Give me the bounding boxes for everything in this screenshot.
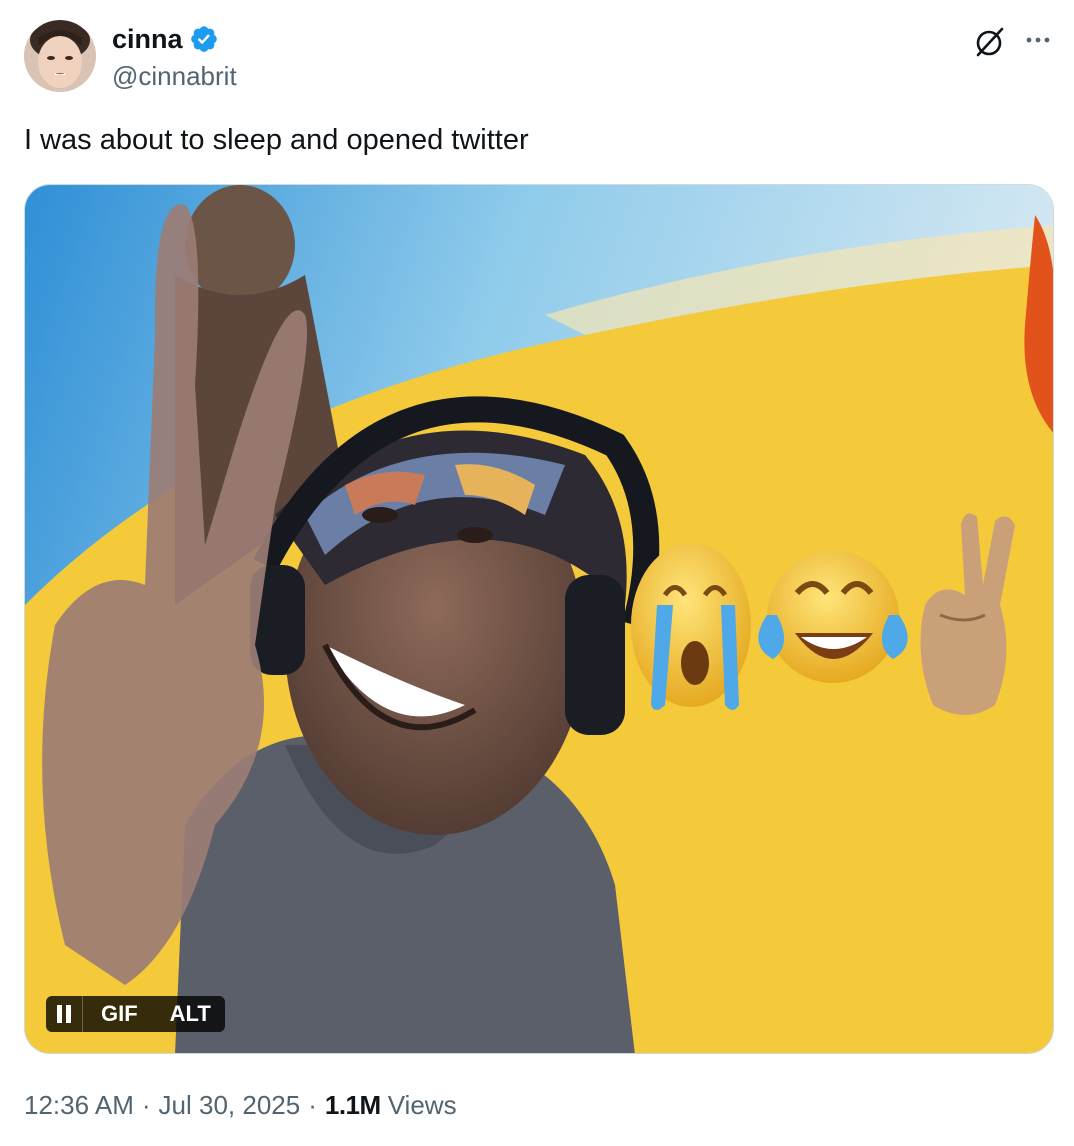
views-label: Views (387, 1090, 457, 1120)
meta-separator: · (141, 1090, 151, 1120)
views-count: 1.1M (324, 1090, 381, 1120)
gif-controls: GIF ALT (46, 996, 225, 1032)
tweet-time[interactable]: 12:36 AM (24, 1086, 134, 1124)
author-name-row: cinna (112, 22, 219, 56)
gif-badge: GIF (82, 996, 154, 1032)
verified-badge-icon (190, 26, 217, 52)
tweet-text: I was about to sleep and opened twitter (24, 124, 529, 156)
tweet-date[interactable]: Jul 30, 2025 (159, 1086, 301, 1124)
gif-media[interactable] (24, 184, 1054, 1054)
author-display-name[interactable]: cinna (112, 22, 183, 56)
alt-text-button[interactable]: ALT (154, 996, 225, 1032)
pause-icon[interactable] (46, 996, 82, 1032)
tweet-card: cinna @cinnabrit I was about to sleep an… (0, 0, 1074, 1146)
tweet-meta: 12:36 AM · Jul 30, 2025 · 1.1M Views (24, 1086, 457, 1124)
avatar[interactable] (24, 20, 96, 92)
more-icon[interactable] (1020, 24, 1056, 60)
gif-frame-image (25, 185, 1053, 1053)
meta-separator: · (308, 1090, 317, 1120)
author-handle[interactable]: @cinnabrit (112, 60, 237, 92)
grok-icon[interactable] (972, 24, 1008, 60)
